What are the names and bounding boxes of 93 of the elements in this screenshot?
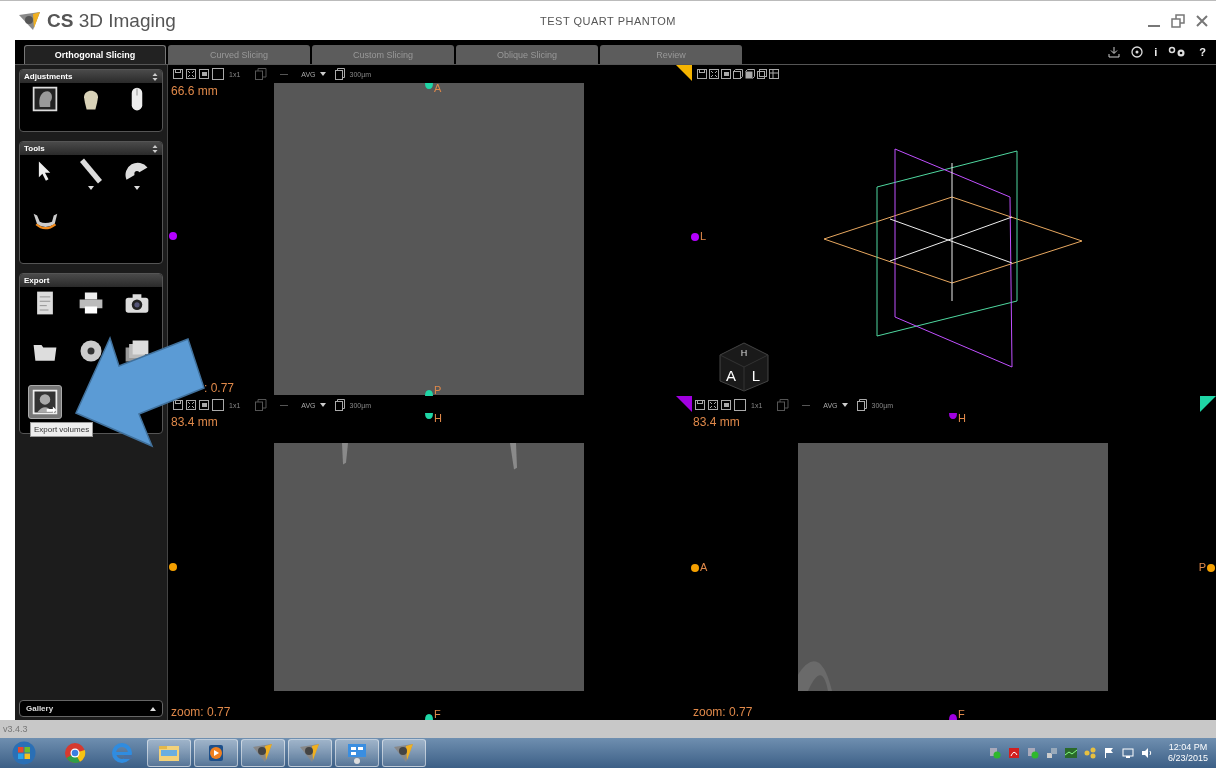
save-icon[interactable]: [173, 69, 183, 79]
download-icon[interactable]: [1108, 46, 1121, 58]
cube-label: A: [726, 367, 736, 384]
monitor-icon[interactable]: [345, 741, 369, 765]
frame-icon[interactable]: [212, 399, 224, 411]
orientation-label: L: [700, 231, 707, 242]
check-tray-icon[interactable]: [1026, 747, 1039, 759]
copy-icon[interactable]: [334, 68, 345, 80]
start-orb-icon[interactable]: [12, 741, 36, 765]
window-icon[interactable]: [721, 400, 731, 410]
taskbar-app-button[interactable]: [194, 739, 238, 767]
frame-icon[interactable]: [734, 399, 746, 411]
help-button[interactable]: ?: [1199, 46, 1206, 58]
layers-icon[interactable]: [255, 399, 268, 411]
solid-cube-icon[interactable]: [745, 69, 755, 79]
orientation-label: F: [958, 709, 965, 720]
browser-icon[interactable]: [63, 741, 87, 765]
cube-icon[interactable]: [733, 69, 743, 79]
clock-date[interactable]: 6/23/2015: [1167, 753, 1208, 765]
app-logo-icon: [18, 10, 42, 31]
taskbar-app-button[interactable]: [241, 739, 285, 767]
panel-title: Tools: [24, 144, 45, 153]
network-tray-icon[interactable]: [1045, 747, 1058, 759]
zoom-label: zoom: 0.77: [171, 705, 231, 719]
orientation-marker[interactable]: [1206, 562, 1216, 573]
zoom-label: : 0.77: [204, 381, 235, 395]
graph-tray-icon[interactable]: [1064, 747, 1077, 759]
zoom-label: zoom: 0.77: [693, 705, 753, 719]
speaker-tray-icon[interactable]: [1140, 747, 1153, 759]
check-tray-icon[interactable]: [988, 747, 1001, 759]
info-button[interactable]: i: [1154, 46, 1158, 58]
orientation-marker[interactable]: [690, 562, 700, 573]
window-icon[interactable]: [721, 69, 731, 79]
save-icon[interactable]: [697, 69, 707, 79]
orientation-label: H: [958, 413, 966, 424]
orientation-label: P: [434, 385, 442, 396]
tooltip: Export volumes: [30, 422, 94, 437]
orientation-label: A: [700, 562, 708, 573]
caret-icon[interactable]: [319, 403, 326, 407]
copy-icon[interactable]: [334, 399, 345, 411]
orientation-label: A: [434, 83, 442, 94]
cube-label: H: [740, 348, 748, 358]
orientation-label: F: [434, 709, 441, 720]
layers-icon[interactable]: [777, 399, 790, 411]
flag-tray-icon[interactable]: [1102, 747, 1115, 759]
taskbar-app-button[interactable]: [382, 739, 426, 767]
caret-icon[interactable]: [841, 403, 848, 407]
distance-label: 83.4 mm: [171, 415, 218, 429]
window-icon[interactable]: [199, 400, 209, 410]
save-icon[interactable]: [173, 400, 183, 410]
layers-icon[interactable]: [255, 68, 268, 80]
orientation-label: P: [1198, 562, 1206, 573]
orientation-marker[interactable]: [168, 231, 178, 241]
caret-icon[interactable]: [88, 186, 94, 190]
fit-icon[interactable]: [708, 400, 718, 410]
distance-label: 66.6 mm: [171, 84, 218, 98]
monitor-tray-icon[interactable]: [1121, 747, 1134, 759]
cube-label: L: [751, 367, 761, 384]
collapse-icon[interactable]: [152, 143, 158, 154]
caret-icon[interactable]: [134, 186, 140, 190]
clock-time[interactable]: 12:04 PM: [1168, 741, 1208, 753]
caret-icon[interactable]: [319, 72, 326, 76]
orientation-cube[interactable]: H A L: [718, 341, 770, 393]
fit-icon[interactable]: [186, 69, 196, 79]
taskbar-app-button[interactable]: [335, 739, 379, 767]
hub-tray-icon[interactable]: [1083, 747, 1096, 759]
target-icon[interactable]: [1131, 46, 1144, 58]
version-label: v3.4.3: [3, 724, 28, 734]
fit-icon[interactable]: [186, 400, 196, 410]
copy-icon[interactable]: [856, 399, 867, 411]
tab[interactable]: Orthogonal Slicing: [24, 45, 166, 64]
orientation-marker[interactable]: [168, 562, 178, 572]
gallery-dropdown[interactable]: Gallery: [19, 700, 163, 717]
fit-icon[interactable]: [709, 69, 719, 79]
pdf-tray-icon[interactable]: [1007, 747, 1020, 759]
cube-icon[interactable]: [757, 69, 767, 79]
orientation-label: H: [434, 413, 442, 424]
cube-icon[interactable]: [769, 69, 779, 79]
window-icon[interactable]: [199, 69, 209, 79]
xray-image-icon[interactable]: [31, 85, 59, 113]
save-icon[interactable]: [695, 400, 705, 410]
ruler-icon[interactable]: [77, 157, 105, 185]
taskbar-app-button[interactable]: [147, 739, 191, 767]
distance-label: 83.4 mm: [693, 415, 740, 429]
panel-title: Adjustments: [24, 72, 73, 81]
collapse-icon[interactable]: [152, 71, 158, 82]
orientation-marker[interactable]: [690, 231, 700, 242]
taskbar-app-button[interactable]: [288, 739, 332, 767]
frame-icon[interactable]: [212, 68, 224, 80]
panel-title: Export: [24, 276, 50, 285]
window-title: TEST QUART PHANTOM: [540, 14, 676, 27]
caret-icon[interactable]: [150, 706, 156, 711]
app-name: CS 3D Imaging: [47, 9, 176, 32]
